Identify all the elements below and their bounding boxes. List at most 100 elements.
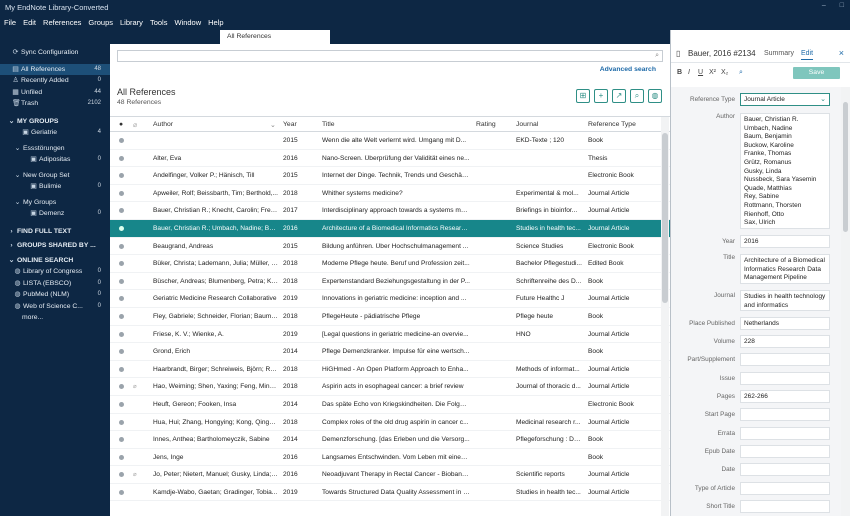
table-row[interactable]: Haarbrandt, Birger; Schreiweis, Björn; R… [110, 361, 670, 379]
maximize-button[interactable]: □ [840, 2, 844, 9]
online-search-globe-icon[interactable]: ◍ [648, 89, 662, 103]
panel-scrollbar[interactable] [841, 87, 850, 516]
date-field[interactable] [740, 463, 830, 476]
read-status-dot-icon[interactable] [119, 331, 124, 337]
read-status-dot-icon[interactable] [119, 155, 124, 161]
table-row[interactable]: 2015 Wenn die alte Welt verlernt wird. Um… [110, 132, 670, 150]
read-status-dot-icon[interactable] [119, 208, 124, 214]
menu-tools[interactable]: Tools [150, 18, 168, 27]
read-status-dot-icon[interactable] [119, 278, 124, 284]
type-of-article-field[interactable] [740, 482, 830, 495]
read-status-dot-icon[interactable] [119, 384, 124, 390]
read-status-dot-icon[interactable] [119, 261, 124, 267]
group-set-new-group-set[interactable]: ⌄ New Group Set [0, 170, 110, 182]
search-icon[interactable]: ⌕ [739, 69, 743, 77]
sidebar-item-all-references[interactable]: ▤ All References 48 [0, 63, 110, 75]
column-year[interactable]: Year [283, 121, 297, 128]
reference-type-select[interactable]: Journal Article ⌄ [740, 93, 830, 106]
title-field[interactable]: Architecture of a Biomedical Informatics… [740, 254, 830, 284]
table-row[interactable]: Büscher, Andreas; Blumenberg, Petra; Kr.… [110, 273, 670, 291]
menu-references[interactable]: References [43, 18, 81, 27]
tab-summary[interactable]: Summary [764, 50, 794, 57]
read-status-column-icon[interactable]: ● [119, 121, 123, 128]
read-status-dot-icon[interactable] [119, 138, 124, 143]
superscript-button[interactable]: X² [709, 69, 716, 76]
table-row[interactable]: Innes, Anthea; Bartholomeyczik, Sabine 20… [110, 431, 670, 449]
table-row[interactable]: Alter, Eva 2016 Nano-Screen. Überprüfung d… [110, 150, 670, 168]
menu-help[interactable]: Help [208, 18, 223, 27]
table-row[interactable]: Bauer, Christian R.; Knecht, Carolin; Fr… [110, 202, 670, 220]
find-pdf-icon[interactable]: ⌕ [630, 89, 644, 103]
sync-configuration[interactable]: ⟳ Sync Configuration [0, 47, 110, 59]
attachment-icon[interactable]: ⌀ [133, 383, 137, 390]
find-full-text-header[interactable]: › FIND FULL TEXT [0, 226, 110, 238]
read-status-dot-icon[interactable] [119, 173, 124, 179]
issue-field[interactable] [740, 372, 830, 385]
minimize-button[interactable]: – [822, 2, 826, 9]
read-status-dot-icon[interactable] [119, 437, 124, 443]
italic-button[interactable]: I [688, 69, 690, 76]
sidebar-group-demenz[interactable]: ▣ Demenz 0 [0, 208, 110, 220]
errata-field[interactable] [740, 427, 830, 440]
list-scrollbar[interactable] [661, 117, 669, 516]
read-status-dot-icon[interactable] [119, 454, 124, 460]
online-web-of-science[interactable]: ◍ Web of Science C... 0 [0, 301, 110, 313]
groups-shared-header[interactable]: › GROUPS SHARED BY ... [0, 240, 110, 252]
search-icon[interactable]: ⌕ [655, 52, 659, 60]
tab-edit[interactable]: Edit [801, 50, 814, 60]
online-search-header[interactable]: ⌄ ONLINE SEARCH [0, 255, 110, 267]
share-icon[interactable]: ↗ [612, 89, 626, 103]
read-status-dot-icon[interactable] [119, 190, 124, 196]
table-row[interactable]: Andelfinger, Volker P.; Hänisch, Till 201… [110, 167, 670, 185]
attachment-column-icon[interactable]: ⌀ [133, 121, 137, 129]
insert-citation-icon[interactable]: ⊞ [576, 89, 590, 103]
column-title[interactable]: Title [322, 121, 335, 128]
read-status-dot-icon[interactable] [119, 419, 124, 425]
short-title-field[interactable] [740, 500, 830, 513]
sort-chevron-icon[interactable]: ⌄ [270, 121, 276, 129]
year-field[interactable]: 2016 [740, 235, 830, 248]
journal-field[interactable]: Studies in health technology and informa… [740, 290, 830, 311]
column-rating[interactable]: Rating [476, 121, 496, 128]
group-set-essstoerungen[interactable]: ⌄ Essstörungen [0, 143, 110, 155]
read-status-dot-icon[interactable] [119, 243, 124, 249]
sidebar-group-geriatrie[interactable]: ▣ Geriatrie 4 [0, 127, 110, 139]
advanced-search-link[interactable]: Advanced search [600, 66, 656, 73]
tab-all-references[interactable]: All References [220, 30, 330, 44]
underline-button[interactable]: U [698, 69, 703, 76]
sidebar-item-unfiled[interactable]: ▦ Unfiled 44 [0, 87, 110, 99]
table-row[interactable]: Geriatric Medicine Research Collaborativ… [110, 290, 670, 308]
author-field[interactable]: Bauer, Christian R. Umbach, Nadine Baum,… [740, 113, 830, 229]
read-status-dot-icon[interactable] [119, 366, 124, 372]
table-row[interactable]: Kamdje-Wabo, Gaetan; Gradinger, Tobia...… [110, 484, 670, 502]
online-pubmed[interactable]: ◍ PubMed (NLM) 0 [0, 289, 110, 301]
start-page-field[interactable] [740, 408, 830, 421]
read-status-dot-icon[interactable] [119, 296, 124, 302]
table-row[interactable]: Grond, Erich 2014 Pflege Demenzkranker. Im… [110, 343, 670, 361]
table-row[interactable]: Heuft, Gereon; Fooken, Insa 2014 Das späte… [110, 396, 670, 414]
menu-library[interactable]: Library [120, 18, 143, 27]
read-status-dot-icon[interactable] [119, 349, 124, 355]
sidebar-item-trash[interactable]: 🗑Trash 2102 [0, 98, 110, 110]
place-published-field[interactable]: Netherlands [740, 317, 830, 330]
table-row[interactable]: Fley, Gabriele; Schneider, Florian; Baum… [110, 308, 670, 326]
menu-window[interactable]: Window [174, 18, 201, 27]
volume-field[interactable]: 228 [740, 335, 830, 348]
column-author[interactable]: Author [153, 121, 173, 128]
my-groups-header[interactable]: ⌄ MY GROUPS [0, 116, 110, 128]
table-row[interactable]: Apweiler, Rolf; Beissbarth, Tim; Berthol… [110, 185, 670, 203]
menu-edit[interactable]: Edit [23, 18, 36, 27]
table-row[interactable]: Jens, Inge 2016 Langsames Entschwinden. Vo… [110, 449, 670, 467]
online-more-link[interactable]: more... [0, 312, 110, 324]
table-row[interactable]: ⌀ Hao, Weiming; Shen, Yaxing; Feng, Ming.… [110, 378, 670, 396]
group-set-my-groups[interactable]: ⌄ My Groups [0, 197, 110, 209]
attachment-icon[interactable]: ⌀ [133, 471, 137, 478]
read-status-dot-icon[interactable] [119, 489, 124, 495]
add-reference-icon[interactable]: + [594, 89, 608, 103]
menu-file[interactable]: File [4, 18, 16, 27]
search-input[interactable]: ⌕ [117, 50, 663, 62]
table-row-selected[interactable]: Bauer, Christian R.; Umbach, Nadine; Bau… [110, 219, 670, 238]
table-row[interactable]: Büker, Christa; Lademann, Julia; Müller,… [110, 255, 670, 273]
read-status-dot-icon[interactable] [119, 313, 124, 319]
read-status-dot-icon[interactable] [119, 401, 124, 407]
